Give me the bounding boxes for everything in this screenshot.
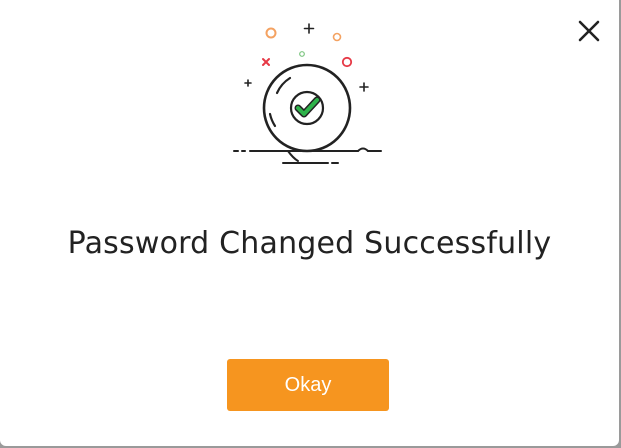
success-dialog: Password Changed Successfully Okay bbox=[0, 0, 619, 446]
success-checkmark-icon bbox=[233, 23, 382, 164]
dialog-title: Password Changed Successfully bbox=[67, 226, 552, 261]
close-icon bbox=[578, 20, 600, 42]
close-button[interactable] bbox=[574, 16, 604, 46]
okay-button[interactable]: Okay bbox=[227, 359, 389, 411]
